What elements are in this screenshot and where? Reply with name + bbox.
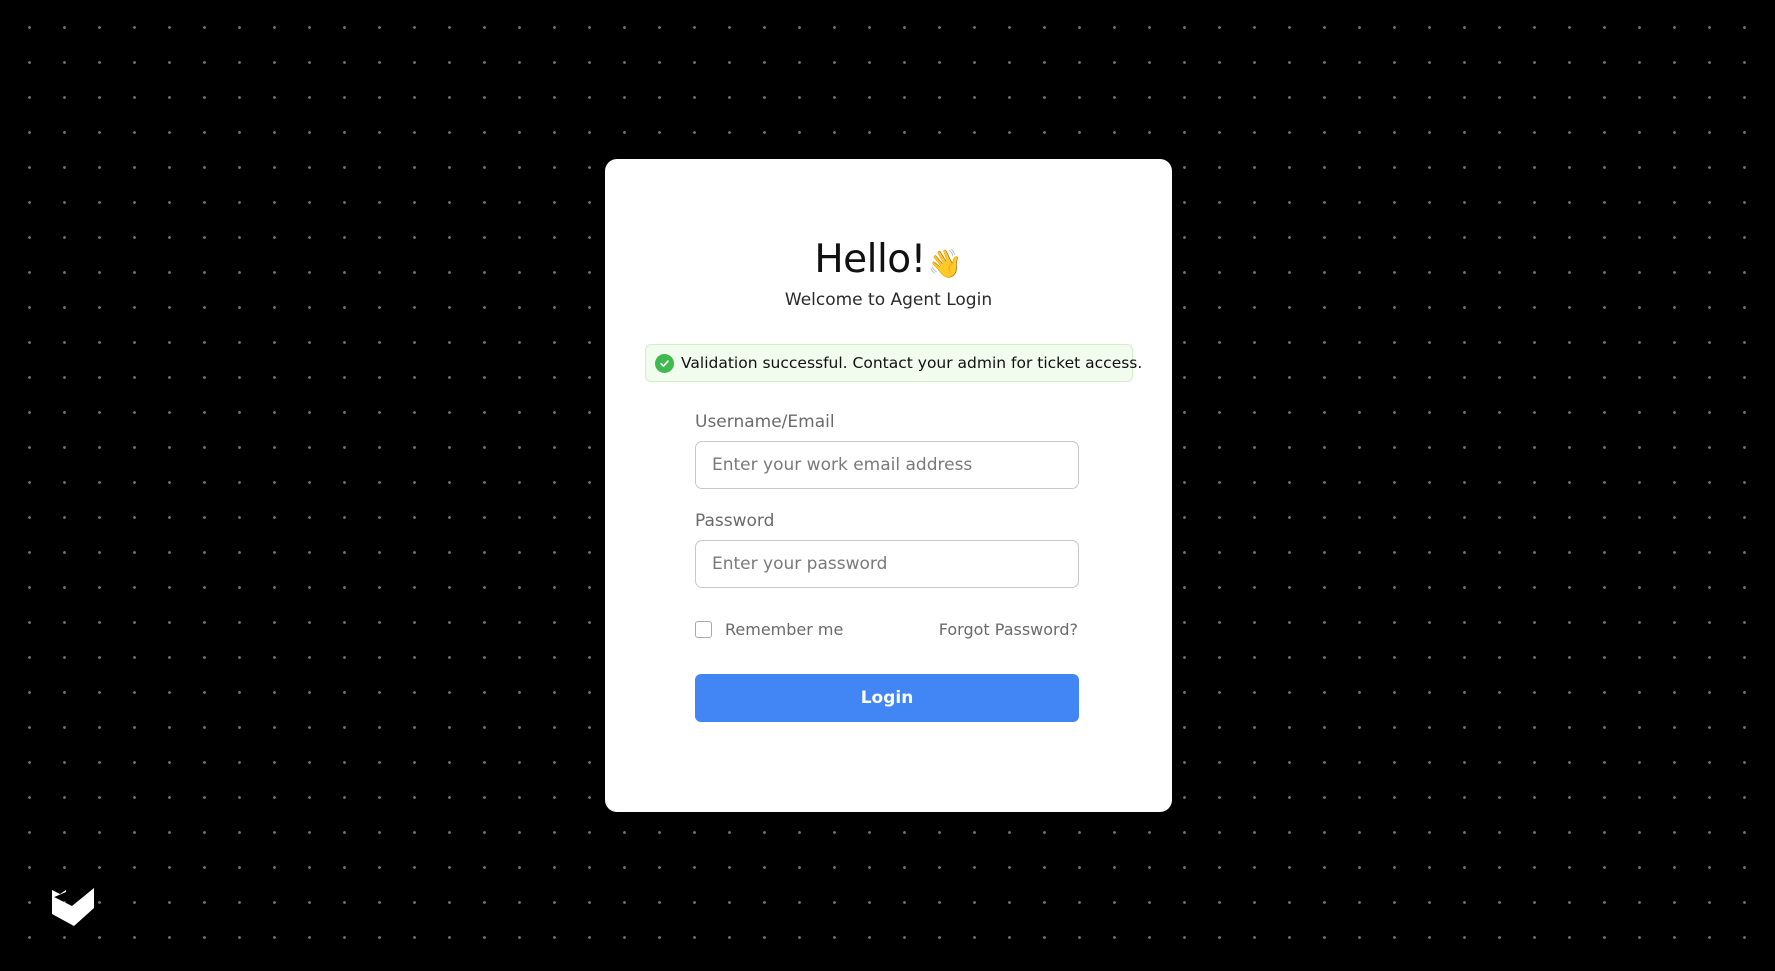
waving-hand-icon: 👋 — [927, 247, 963, 280]
brand-logo-icon — [48, 880, 96, 928]
password-input[interactable] — [695, 540, 1079, 588]
heading-row: Hello!👋 — [605, 235, 1172, 285]
remember-me-checkbox[interactable] — [695, 621, 712, 638]
remember-me-control[interactable]: Remember me — [695, 620, 843, 639]
username-label: Username/Email — [695, 412, 835, 432]
password-label: Password — [695, 511, 775, 531]
forgot-password-link[interactable]: Forgot Password? — [939, 620, 1078, 639]
remember-me-label[interactable]: Remember me — [725, 620, 843, 639]
page-title: Hello! — [814, 237, 926, 282]
login-button[interactable]: Login — [695, 674, 1079, 722]
alert-message: Validation successful. Contact your admi… — [681, 354, 1143, 372]
login-card: Hello!👋 Welcome to Agent Login Validatio… — [605, 159, 1172, 812]
check-circle-icon — [655, 353, 674, 373]
username-email-input[interactable] — [695, 441, 1079, 489]
success-alert: Validation successful. Contact your admi… — [645, 344, 1142, 382]
subtitle: Welcome to Agent Login — [784, 290, 993, 310]
